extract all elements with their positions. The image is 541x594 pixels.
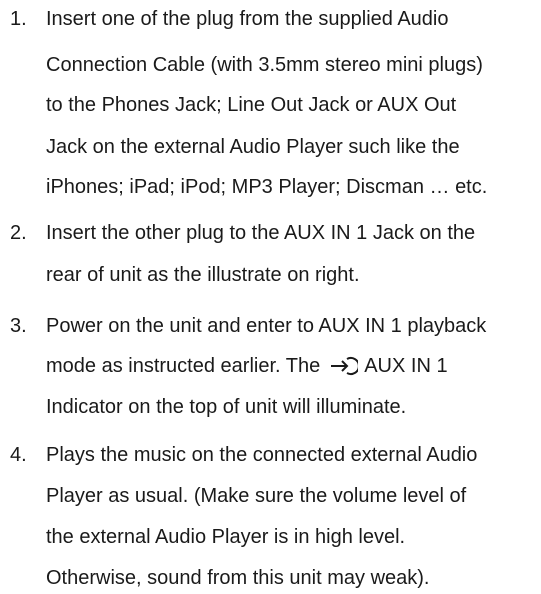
step-number: 4. (10, 444, 27, 466)
step-text-line: Insert the other plug to the AUX IN 1 Ja… (46, 222, 476, 244)
instruction-document: 1. Insert one of the plug from the suppl… (0, 0, 541, 594)
step-number: 1. (10, 8, 27, 30)
step-number: 3. (10, 315, 27, 337)
aux-indicator-label: AUX IN 1 (364, 355, 448, 377)
step-text-line: Player as usual. (Make sure the volume l… (46, 485, 467, 507)
step-number: 2. (10, 222, 27, 244)
step-text-line: Connection Cable (with 3.5mm stereo mini… (46, 54, 483, 76)
step-text-line: Plays the music on the connected externa… (46, 444, 478, 466)
step-text-line: rear of unit as the illustrate on right. (46, 264, 360, 286)
step-text: mode as instructed earlier. The (46, 355, 321, 377)
step-text-line: to the Phones Jack; Line Out Jack or AUX… (46, 94, 457, 116)
step-text-line: Indicator on the top of unit will illumi… (46, 396, 407, 418)
step-text-line: Jack on the external Audio Player such l… (46, 136, 460, 158)
step-text-line: iPhones; iPad; iPod; MP3 Player; Discman… (46, 176, 488, 198)
aux-input-icon (331, 357, 359, 375)
step-text-line-with-indicator: mode as instructed earlier. The AUX IN 1 (46, 356, 448, 376)
step-text-line: Insert one of the plug from the supplied… (46, 8, 449, 30)
step-text-line: Otherwise, sound from this unit may weak… (46, 567, 430, 589)
step-text-line: the external Audio Player is in high lev… (46, 526, 406, 548)
step-text-line: Power on the unit and enter to AUX IN 1 … (46, 315, 487, 337)
